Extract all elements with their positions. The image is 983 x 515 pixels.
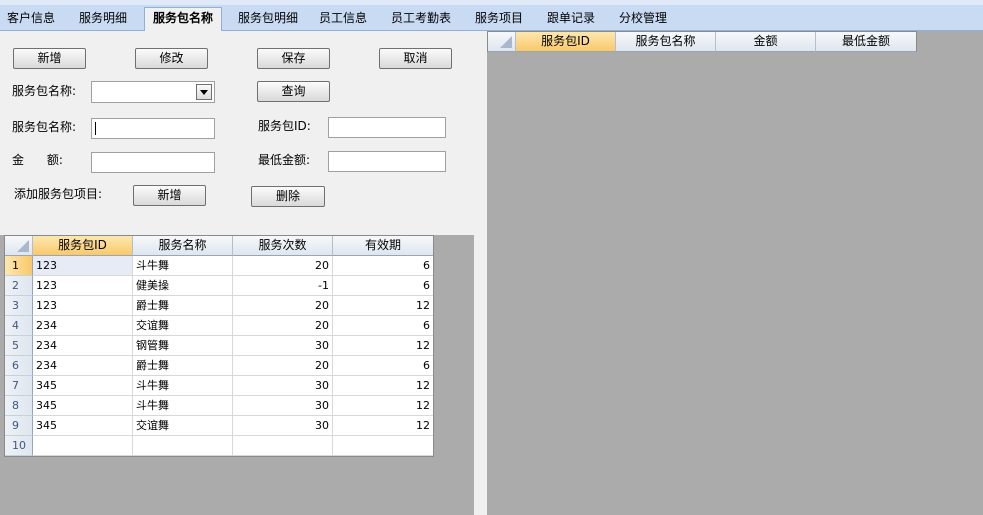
add-button[interactable]: 新增 xyxy=(13,48,86,69)
tab-customer-info[interactable]: 客户信息 xyxy=(0,8,62,30)
cell-validity[interactable]: 6 xyxy=(333,316,433,336)
package-id-input[interactable] xyxy=(328,117,446,138)
chevron-down-icon[interactable] xyxy=(196,84,212,100)
min-amount-label: 最低金额: xyxy=(258,153,311,167)
tab-bar: 客户信息 服务明细 服务包名称 服务包明细 员工信息 员工考勤表 服务项目 跟单… xyxy=(0,0,983,31)
column-header-package-id[interactable]: 服务包ID xyxy=(33,236,133,256)
cell-package-id[interactable]: 345 xyxy=(33,396,133,416)
cell-package-id[interactable]: 234 xyxy=(33,336,133,356)
cell-package-id[interactable] xyxy=(33,436,133,456)
select-all-corner[interactable] xyxy=(5,236,33,256)
column-header-package-id[interactable]: 服务包ID xyxy=(516,32,616,52)
tab-bar-top-strip xyxy=(0,0,983,5)
tab-service-items[interactable]: 服务项目 xyxy=(468,8,530,30)
cell-validity[interactable]: 12 xyxy=(333,376,433,396)
cell-service-count[interactable]: 30 xyxy=(233,396,333,416)
form-panel: 新增 修改 保存 取消 服务包名称: 查询 服务包名称: 服务包ID: 金 额:… xyxy=(0,31,474,235)
cell-service-count[interactable]: 30 xyxy=(233,416,333,436)
cell-service-count[interactable]: 20 xyxy=(233,356,333,376)
packages-grid[interactable]: 服务包ID 服务包名称 金额 最低金额 xyxy=(487,31,917,52)
row-header[interactable]: 9 xyxy=(5,416,33,436)
cell-validity[interactable]: 12 xyxy=(333,396,433,416)
row-header[interactable]: 8 xyxy=(5,396,33,416)
query-button[interactable]: 查询 xyxy=(257,81,330,102)
amount-label: 金 额: xyxy=(12,153,63,167)
cell-service-count[interactable]: 20 xyxy=(233,296,333,316)
cell-service-name[interactable]: 钢管舞 xyxy=(133,336,233,356)
add-item-button[interactable]: 新增 xyxy=(133,185,206,206)
cell-validity[interactable] xyxy=(333,436,433,456)
package-items-grid[interactable]: 服务包ID 服务名称 服务次数 有效期 1 123 斗牛舞 20 6 2 123 健美操 -1 6… xyxy=(4,235,434,457)
package-name-input[interactable] xyxy=(91,118,215,139)
cell-service-name[interactable] xyxy=(133,436,233,456)
cell-service-name[interactable]: 斗牛舞 xyxy=(133,396,233,416)
cell-package-id[interactable]: 123 xyxy=(33,276,133,296)
column-header-package-name[interactable]: 服务包名称 xyxy=(616,32,716,52)
cell-package-id[interactable]: 234 xyxy=(33,316,133,336)
text-caret xyxy=(95,122,96,135)
edit-button[interactable]: 修改 xyxy=(135,48,208,69)
tab-package-detail[interactable]: 服务包明细 xyxy=(228,8,308,30)
row-header[interactable]: 5 xyxy=(5,336,33,356)
cancel-button[interactable]: 取消 xyxy=(379,48,452,69)
row-header[interactable]: 4 xyxy=(5,316,33,336)
package-id-label: 服务包ID: xyxy=(258,119,311,133)
cell-service-count[interactable]: 20 xyxy=(233,316,333,336)
cell-service-name[interactable]: 爵士舞 xyxy=(133,296,233,316)
cell-service-count[interactable]: 20 xyxy=(233,256,333,276)
cell-service-count[interactable]: -1 xyxy=(233,276,333,296)
cell-package-id[interactable]: 123 xyxy=(33,296,133,316)
cell-service-name[interactable]: 斗牛舞 xyxy=(133,256,233,276)
tab-follow-up-records[interactable]: 跟单记录 xyxy=(540,8,602,30)
query-package-name-label: 服务包名称: xyxy=(12,84,77,98)
row-header[interactable]: 7 xyxy=(5,376,33,396)
package-name-select[interactable] xyxy=(91,81,215,103)
cell-service-name[interactable]: 交谊舞 xyxy=(133,416,233,436)
cell-service-name[interactable]: 交谊舞 xyxy=(133,316,233,336)
tab-package-name[interactable]: 服务包名称 xyxy=(144,7,222,31)
delete-button[interactable]: 删除 xyxy=(251,186,325,207)
column-header-amount[interactable]: 金额 xyxy=(716,32,816,52)
column-header-min-amount[interactable]: 最低金额 xyxy=(816,32,916,52)
row-header[interactable]: 2 xyxy=(5,276,33,296)
cell-validity[interactable]: 6 xyxy=(333,356,433,376)
tab-employee-info[interactable]: 员工信息 xyxy=(312,8,374,30)
min-amount-input[interactable] xyxy=(328,151,446,172)
cell-service-count[interactable]: 30 xyxy=(233,376,333,396)
row-header[interactable]: 1 xyxy=(5,256,33,276)
select-all-corner[interactable] xyxy=(488,32,516,52)
cell-package-id[interactable]: 345 xyxy=(33,376,133,396)
cell-service-name[interactable]: 健美操 xyxy=(133,276,233,296)
amount-input[interactable] xyxy=(91,152,215,173)
column-header-service-name[interactable]: 服务名称 xyxy=(133,236,233,256)
cell-service-name[interactable]: 斗牛舞 xyxy=(133,376,233,396)
cell-service-count[interactable]: 30 xyxy=(233,336,333,356)
row-header[interactable]: 10 xyxy=(5,436,33,456)
panel-splitter[interactable] xyxy=(474,31,487,515)
cell-validity[interactable]: 6 xyxy=(333,276,433,296)
column-header-service-count[interactable]: 服务次数 xyxy=(233,236,333,256)
column-header-validity[interactable]: 有效期 xyxy=(333,236,433,256)
cell-service-count[interactable] xyxy=(233,436,333,456)
cell-service-name[interactable]: 爵士舞 xyxy=(133,356,233,376)
package-name-label: 服务包名称: xyxy=(12,120,77,134)
tab-branch-management[interactable]: 分校管理 xyxy=(612,8,674,30)
tab-service-detail[interactable]: 服务明细 xyxy=(68,8,138,30)
cell-validity[interactable]: 6 xyxy=(333,256,433,276)
save-button[interactable]: 保存 xyxy=(257,48,330,69)
cell-package-id[interactable]: 234 xyxy=(33,356,133,376)
tab-employee-attendance[interactable]: 员工考勤表 xyxy=(384,8,458,30)
cell-validity[interactable]: 12 xyxy=(333,416,433,436)
cell-package-id[interactable]: 123 xyxy=(33,256,133,276)
add-package-items-label: 添加服务包项目: xyxy=(14,187,103,201)
row-header[interactable]: 3 xyxy=(5,296,33,316)
row-header[interactable]: 6 xyxy=(5,356,33,376)
cell-validity[interactable]: 12 xyxy=(333,336,433,356)
cell-validity[interactable]: 12 xyxy=(333,296,433,316)
cell-package-id[interactable]: 345 xyxy=(33,416,133,436)
